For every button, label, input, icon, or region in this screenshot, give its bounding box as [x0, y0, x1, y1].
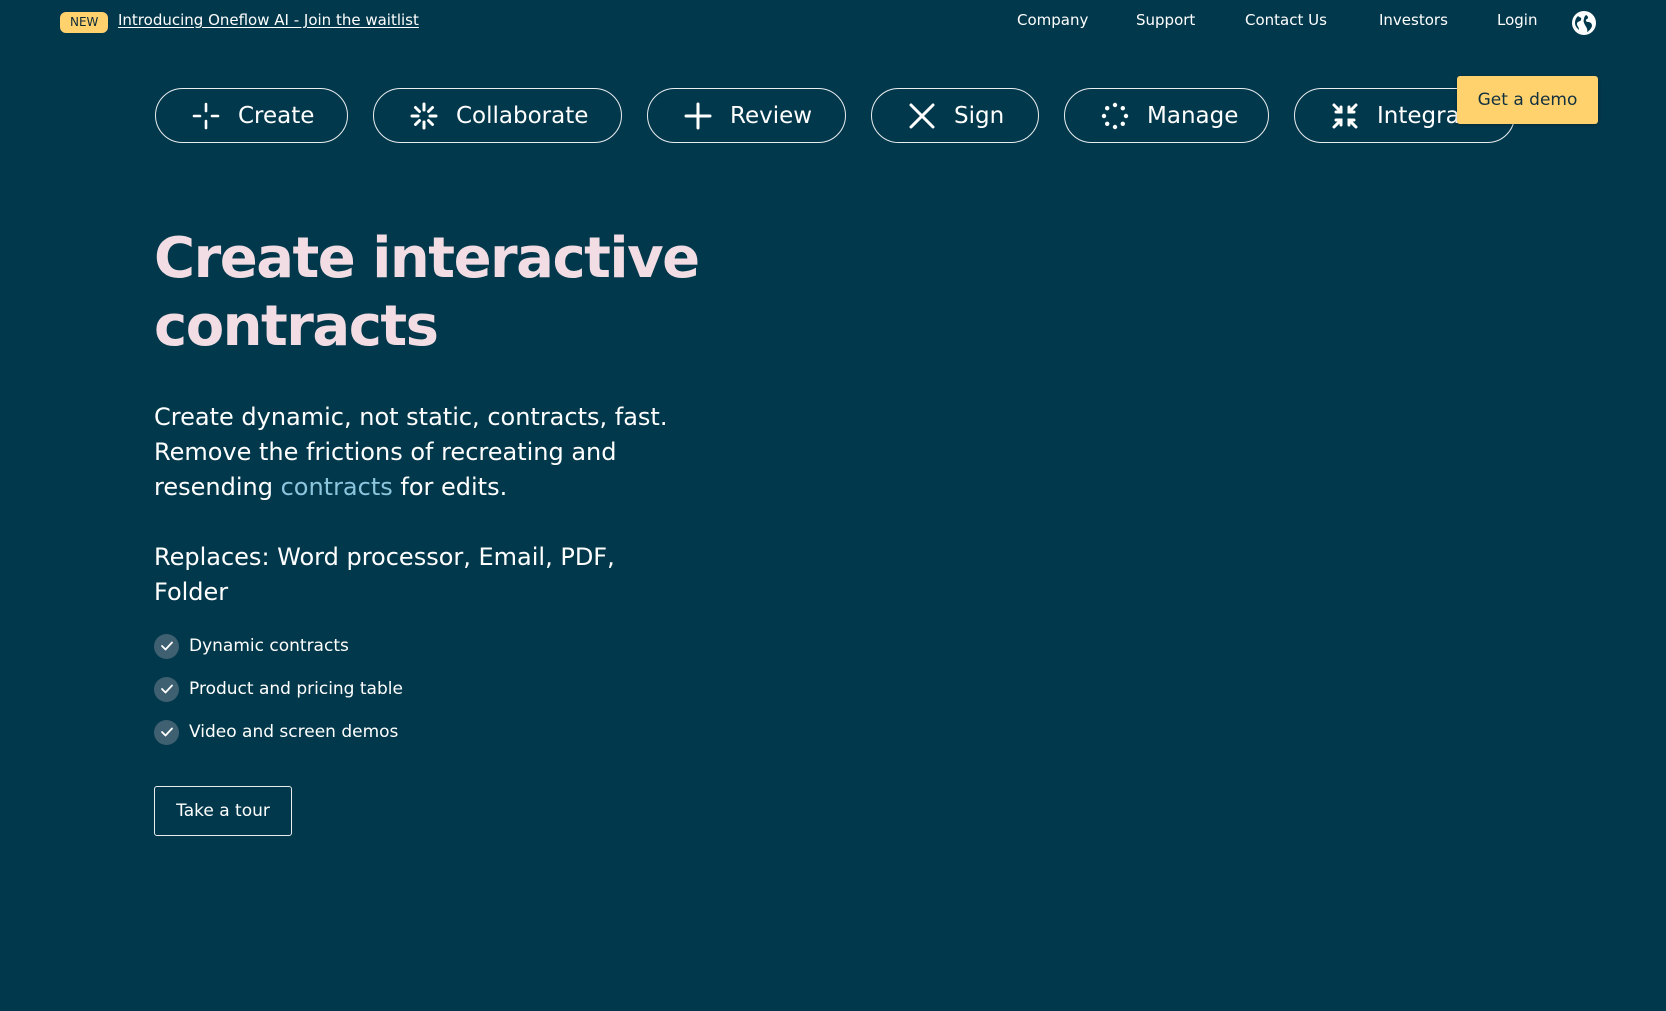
new-badge: NEW [60, 12, 109, 33]
check-icon [154, 676, 179, 702]
collaborate-burst-icon [410, 102, 438, 129]
tab-manage[interactable]: Manage [1064, 88, 1269, 143]
feature-label: Product and pricing table [189, 679, 403, 699]
tab-create-label: Create [238, 102, 315, 129]
take-a-tour-button[interactable]: Take a tour [154, 786, 292, 836]
globe-icon[interactable] [1571, 10, 1597, 36]
nav-login[interactable]: Login [1497, 11, 1537, 29]
replaces-text: Replaces: Word processor, Email, PDF, Fo… [154, 543, 615, 606]
list-item: Dynamic contracts [154, 633, 403, 659]
nav-support[interactable]: Support [1136, 11, 1195, 29]
create-sparkle-icon [192, 102, 220, 129]
top-bar: NEW Introducing Oneflow AI - Join the wa… [0, 0, 1666, 44]
announcement-link[interactable]: Introducing Oneflow AI - Join the waitli… [118, 11, 419, 29]
hero-description: Create dynamic, not static, contracts, f… [154, 400, 684, 505]
tab-review-label: Review [730, 102, 813, 129]
page-title: Create interactive contracts [154, 225, 714, 361]
tab-collaborate-label: Collaborate [456, 102, 589, 129]
nav-company[interactable]: Company [1017, 11, 1088, 29]
tab-integrate-label: Integrat [1377, 102, 1469, 129]
tab-sign-label: Sign [954, 102, 1005, 129]
nav-contact-us[interactable]: Contact Us [1245, 11, 1327, 29]
tab-review[interactable]: Review [647, 88, 846, 143]
tab-manage-label: Manage [1147, 102, 1239, 129]
nav-investors[interactable]: Investors [1379, 11, 1448, 29]
manage-dots-circle-icon [1101, 102, 1129, 129]
feature-label: Video and screen demos [189, 722, 399, 742]
hero-description-end: for edits. [392, 473, 508, 501]
review-plus-icon [684, 102, 712, 129]
integrate-arrows-icon [1332, 103, 1358, 128]
tab-sign[interactable]: Sign [871, 88, 1039, 143]
feature-label: Dynamic contracts [189, 636, 349, 656]
get-a-demo-button[interactable]: Get a demo [1457, 76, 1598, 124]
feature-list: Dynamic contracts Product and pricing ta… [154, 633, 403, 762]
check-icon [154, 633, 179, 659]
list-item: Product and pricing table [154, 676, 403, 702]
list-item: Video and screen demos [154, 719, 403, 745]
check-icon [154, 719, 179, 745]
sign-x-icon [909, 103, 935, 128]
tab-collaborate[interactable]: Collaborate [373, 88, 622, 143]
tab-create[interactable]: Create [155, 88, 348, 143]
contracts-link[interactable]: contracts [281, 473, 393, 501]
page-title-line-1: Create interactive [154, 226, 700, 291]
page-title-line-2: contracts [154, 294, 439, 359]
